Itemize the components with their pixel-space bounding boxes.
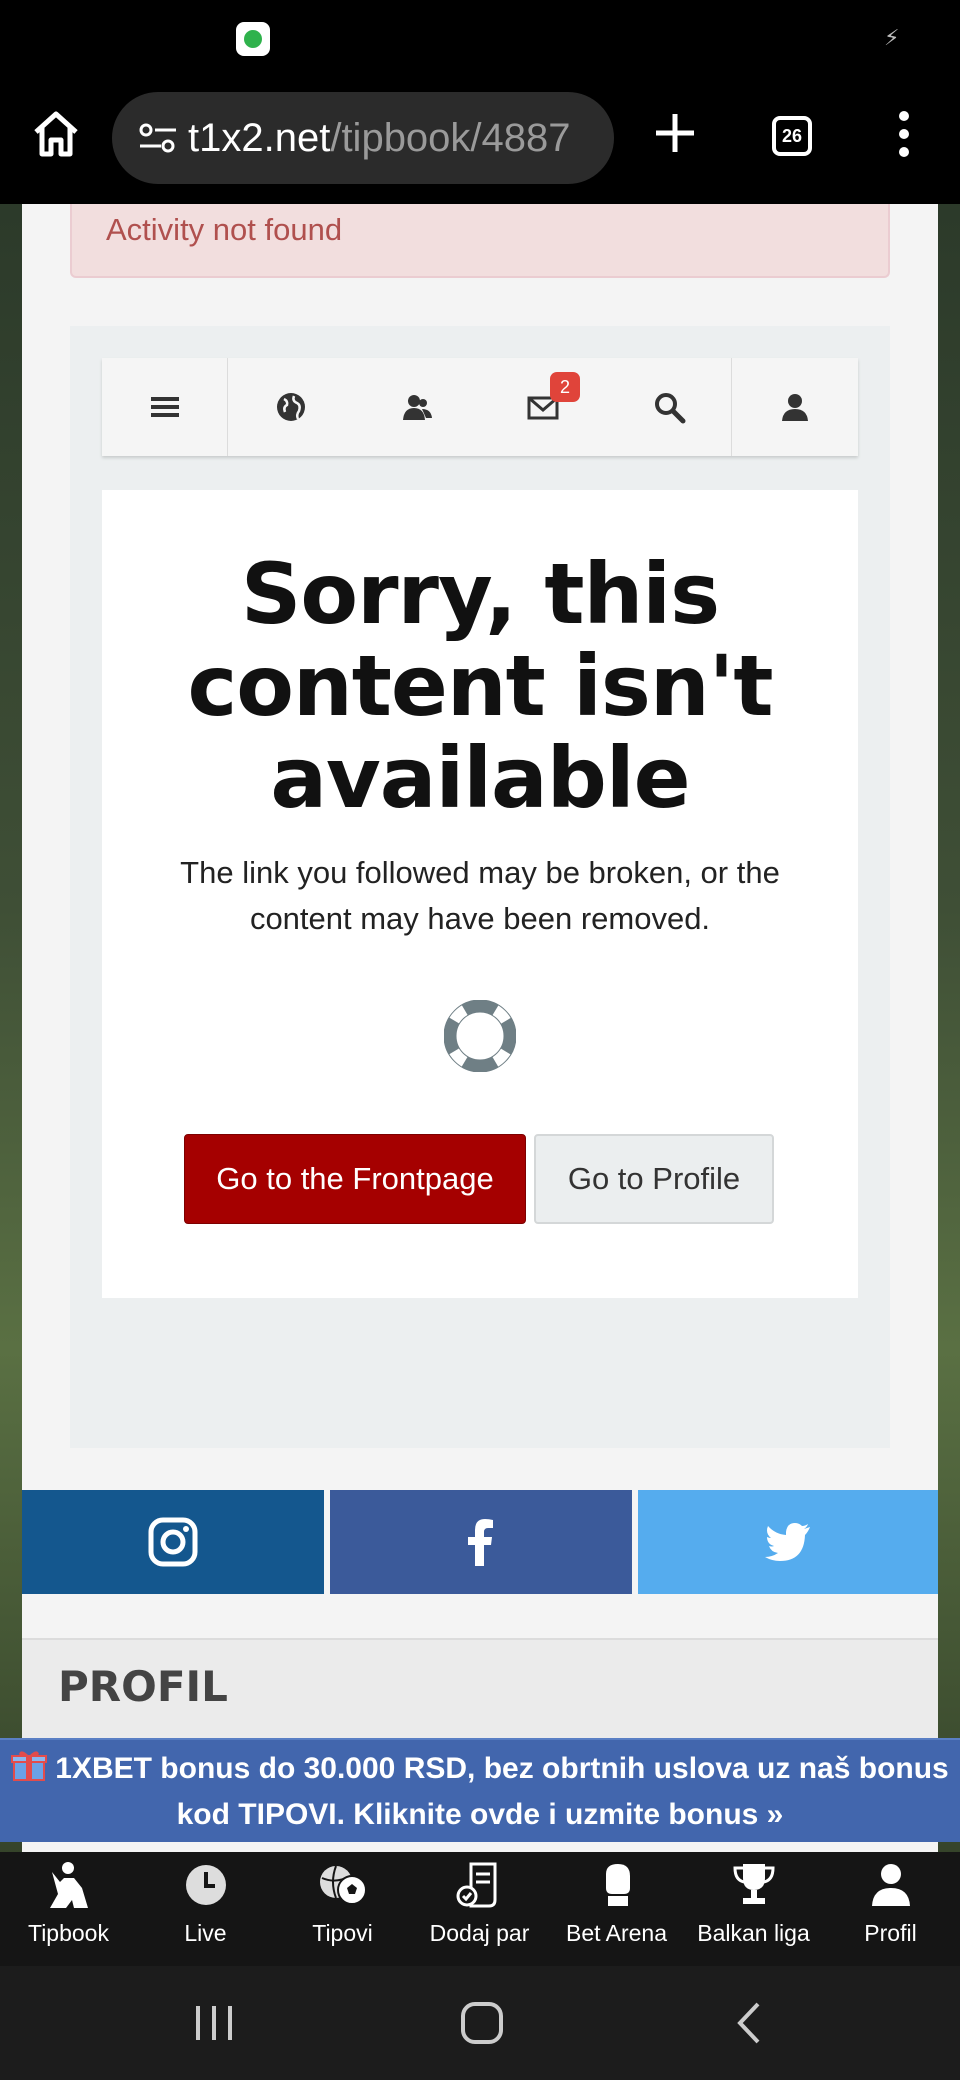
tab-tipovi[interactable]: Tipovi	[274, 1852, 411, 1966]
tab-label: Live	[184, 1920, 227, 1946]
user-icon	[782, 394, 808, 421]
go-to-frontpage-button[interactable]: Go to the Frontpage	[184, 1134, 526, 1224]
tab-label: Bet Arena	[565, 1920, 668, 1946]
app-notification-icon	[236, 22, 270, 56]
address-bar[interactable]: t1x2.net/tipbook/4887	[112, 92, 614, 184]
error-alert: Activity not found	[70, 204, 890, 278]
tab-label: Tipovi	[312, 1920, 373, 1946]
system-navigation-bar	[0, 1966, 960, 2080]
balls-icon	[320, 1865, 367, 1905]
recent-apps-icon[interactable]	[184, 1996, 244, 2050]
clock-icon	[186, 1865, 226, 1905]
messages-button[interactable]: 2	[480, 358, 606, 456]
tab-label: Dodaj par	[429, 1920, 530, 1946]
instagram-button[interactable]	[22, 1490, 324, 1594]
site-bottom-tabs: Tipbook Live Tipovi Dodaj par Bet Arena …	[0, 1852, 960, 1966]
error-title: Sorry, this content isn't available	[187, 545, 773, 827]
web-page: Activity not found 2 Sorry, this content…	[0, 204, 960, 1966]
back-icon[interactable]	[720, 1996, 780, 2050]
player-icon	[50, 1862, 88, 1908]
tab-switcher-button[interactable]: 26	[772, 116, 812, 156]
globe-button[interactable]	[228, 358, 354, 456]
social-links	[22, 1490, 938, 1594]
error-message: The link you followed may be broken, or …	[180, 855, 780, 936]
globe-icon	[277, 393, 305, 421]
promo-text: 1XBET bonus do 30.000 RSD, bez obrtnih u…	[55, 1752, 949, 1831]
unread-badge: 2	[550, 372, 580, 402]
profil-heading: PROFIL	[58, 1662, 228, 1711]
url-domain: t1x2.net	[188, 116, 331, 160]
tab-bet-arena[interactable]: Bet Arena	[548, 1852, 685, 1966]
tab-profil[interactable]: Profil	[822, 1852, 959, 1966]
glove-icon	[606, 1864, 630, 1906]
twitter-icon	[765, 1523, 810, 1561]
promo-banner[interactable]: 1XBET bonus do 30.000 RSD, bez obrtnih u…	[0, 1738, 960, 1842]
site-settings-icon[interactable]	[138, 122, 178, 154]
friends-button[interactable]	[354, 358, 480, 456]
home-nav-icon[interactable]	[452, 1996, 512, 2050]
facebook-button[interactable]	[330, 1490, 632, 1594]
tab-dodaj-par[interactable]: Dodaj par	[411, 1852, 548, 1966]
tab-label: Balkan liga	[697, 1920, 810, 1946]
url-path: /tipbook/4887	[330, 116, 571, 160]
tab-label: Tipbook	[28, 1920, 109, 1946]
tab-tipbook[interactable]: Tipbook	[0, 1852, 137, 1966]
instagram-icon	[148, 1517, 198, 1567]
profile-icon	[872, 1864, 910, 1906]
go-to-profile-button[interactable]: Go to Profile	[534, 1134, 774, 1224]
site-nav-toolbar: 2	[102, 358, 858, 456]
account-button[interactable]	[732, 358, 858, 456]
tab-live[interactable]: Live	[137, 1852, 274, 1966]
twitter-button[interactable]	[638, 1490, 938, 1594]
friends-icon	[403, 395, 432, 420]
browser-toolbar: t1x2.net/tipbook/4887 26	[0, 78, 960, 204]
trophy-icon	[733, 1864, 775, 1904]
new-tab-icon[interactable]	[652, 110, 698, 156]
lifebuoy-icon	[444, 1000, 516, 1072]
status-bar: ⚡	[0, 0, 960, 78]
tab-balkan-liga[interactable]: Balkan liga	[685, 1852, 822, 1966]
page-container: Activity not found 2 Sorry, this content…	[22, 204, 938, 1966]
menu-icon	[150, 397, 179, 417]
tab-label: Profil	[864, 1920, 917, 1946]
ticket-icon	[456, 1862, 497, 1908]
menu-button[interactable]	[102, 358, 228, 456]
search-button[interactable]	[606, 358, 732, 456]
url-text: t1x2.net/tipbook/4887	[188, 114, 598, 162]
more-options-icon[interactable]	[894, 108, 914, 160]
search-icon	[654, 393, 685, 424]
content-unavailable-card: Sorry, this content isn't available The …	[102, 490, 858, 1298]
home-icon[interactable]	[30, 108, 82, 160]
gift-icon	[11, 1751, 48, 1781]
content-panel: 2 Sorry, this content isn't available Th…	[70, 326, 890, 1448]
charging-icon: ⚡	[884, 26, 900, 51]
facebook-icon	[468, 1519, 493, 1566]
